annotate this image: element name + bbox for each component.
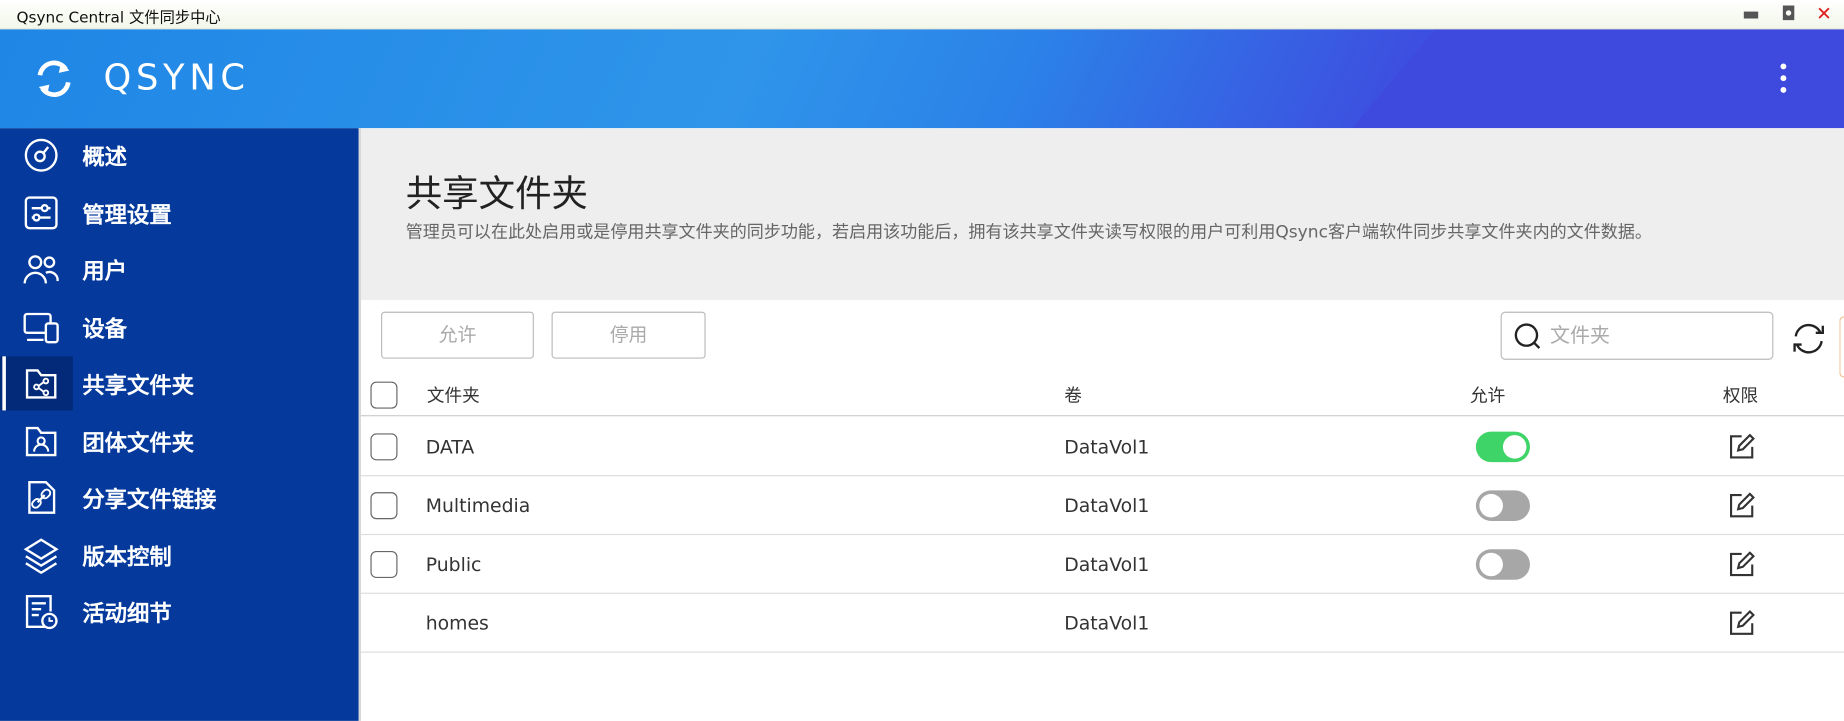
table-row[interactable]: Multimedia DataVol1 xyxy=(361,476,1844,536)
sidebar: 概述 管理设置 用户 设备 共享文件夹 团体文件夹 分享文件链接 版本控制 活动… xyxy=(0,128,359,721)
sidebar-item-shared-folders[interactable]: 共享文件夹 xyxy=(0,356,194,411)
settings-sliders-icon xyxy=(24,196,58,230)
sidebar-item-label: 活动细节 xyxy=(82,600,172,627)
side-panel-tab[interactable] xyxy=(1839,316,1844,378)
sidebar-item-users[interactable]: 用户 xyxy=(0,242,359,296)
app-header: QSYNC xyxy=(0,29,1844,129)
select-all-checkbox[interactable] xyxy=(370,381,398,409)
sidebar-item-file-links[interactable]: 分享文件链接 xyxy=(0,470,359,524)
edit-permission-icon[interactable] xyxy=(1728,550,1756,578)
row-checkbox[interactable] xyxy=(370,550,398,578)
table-row[interactable]: homes DataVol1 xyxy=(361,594,1844,653)
folder-name: homes xyxy=(425,611,489,634)
sidebar-item-label: 团体文件夹 xyxy=(82,429,195,456)
maximize-button[interactable]: ◘ xyxy=(1776,2,1802,24)
column-allow[interactable]: 允许 xyxy=(1470,382,1505,407)
brand-name: QSYNC xyxy=(103,57,250,99)
table-header: 文件夹 卷 允许 权限 xyxy=(361,374,1844,417)
activity-log-icon xyxy=(25,595,58,630)
column-volume[interactable]: 卷 xyxy=(1064,382,1082,407)
sidebar-item-settings[interactable]: 管理设置 xyxy=(0,186,359,240)
dashboard-icon xyxy=(24,138,58,172)
sidebar-item-devices[interactable]: 设备 xyxy=(0,300,359,354)
sidebar-item-version-control[interactable]: 版本控制 xyxy=(0,528,359,582)
file-link-icon xyxy=(28,480,56,514)
volume-name: DataVol1 xyxy=(1064,611,1150,634)
team-folder-icon xyxy=(25,426,57,457)
row-checkbox[interactable] xyxy=(370,432,398,460)
sidebar-item-label: 分享文件链接 xyxy=(82,486,217,513)
table-row[interactable]: DATA DataVol1 xyxy=(361,417,1844,477)
column-folder[interactable]: 文件夹 xyxy=(427,382,480,407)
edit-permission-icon[interactable] xyxy=(1728,491,1756,519)
page-title: 共享文件夹 xyxy=(405,172,588,216)
sidebar-item-team-folders[interactable]: 团体文件夹 xyxy=(0,414,359,468)
sidebar-item-activity[interactable]: 活动细节 xyxy=(0,584,359,638)
table-row[interactable]: Public DataVol1 xyxy=(361,535,1844,594)
volume-name: DataVol1 xyxy=(1064,493,1150,517)
sidebar-item-label: 版本控制 xyxy=(82,543,172,570)
refresh-icon[interactable] xyxy=(1789,319,1829,359)
sidebar-item-overview[interactable]: 概述 xyxy=(0,128,359,182)
search-box[interactable] xyxy=(1500,311,1774,360)
minimize-button[interactable]: ▬ xyxy=(1738,2,1764,24)
edit-permission-icon[interactable] xyxy=(1728,432,1756,460)
page-description: 管理员可以在此处启用或是停用共享文件夹的同步功能，若启用该功能后，拥有该共享文件… xyxy=(405,223,1652,243)
sidebar-item-label: 设备 xyxy=(82,315,128,342)
search-input[interactable] xyxy=(1549,323,1762,348)
window-titlebar: Qsync Central 文件同步中心 ▬ ◘ ✕ xyxy=(0,0,1844,30)
sidebar-item-label: 概述 xyxy=(82,144,128,170)
sidebar-item-label: 共享文件夹 xyxy=(82,372,195,399)
allow-sync-toggle[interactable] xyxy=(1475,431,1530,462)
folder-name: Public xyxy=(425,552,482,576)
column-permission: 权限 xyxy=(1722,384,1759,406)
volume-name: DataVol1 xyxy=(1064,435,1150,458)
sidebar-item-label: 用户 xyxy=(82,258,128,285)
row-checkbox[interactable] xyxy=(370,491,398,519)
disable-button[interactable]: 停用 xyxy=(551,311,706,359)
devices-icon xyxy=(23,312,59,344)
layers-icon xyxy=(23,538,59,574)
folder-name: Multimedia xyxy=(425,493,531,517)
sidebar-item-label: 管理设置 xyxy=(82,201,172,228)
allow-sync-toggle[interactable] xyxy=(1475,489,1530,521)
close-button[interactable]: ✕ xyxy=(1811,2,1837,24)
more-menu-button[interactable] xyxy=(1771,60,1795,100)
edit-permission-icon[interactable] xyxy=(1728,609,1756,637)
users-icon xyxy=(23,255,59,284)
allow-sync-toggle[interactable] xyxy=(1475,548,1530,580)
page-intro: 共享文件夹 管理员可以在此处启用或是停用共享文件夹的同步功能，若启用该功能后，拥… xyxy=(361,128,1844,300)
window-title: Qsync Central 文件同步中心 xyxy=(16,9,221,28)
folder-name: DATA xyxy=(425,435,475,458)
qsync-logo-icon xyxy=(37,60,71,98)
allow-button[interactable]: 允许 xyxy=(381,311,534,359)
volume-name: DataVol1 xyxy=(1064,552,1150,576)
main-content: 共享文件夹 管理员可以在此处启用或是停用共享文件夹的同步功能，若启用该功能后，拥… xyxy=(358,128,1844,721)
search-icon xyxy=(1514,322,1541,349)
shared-folder-icon xyxy=(25,369,57,399)
